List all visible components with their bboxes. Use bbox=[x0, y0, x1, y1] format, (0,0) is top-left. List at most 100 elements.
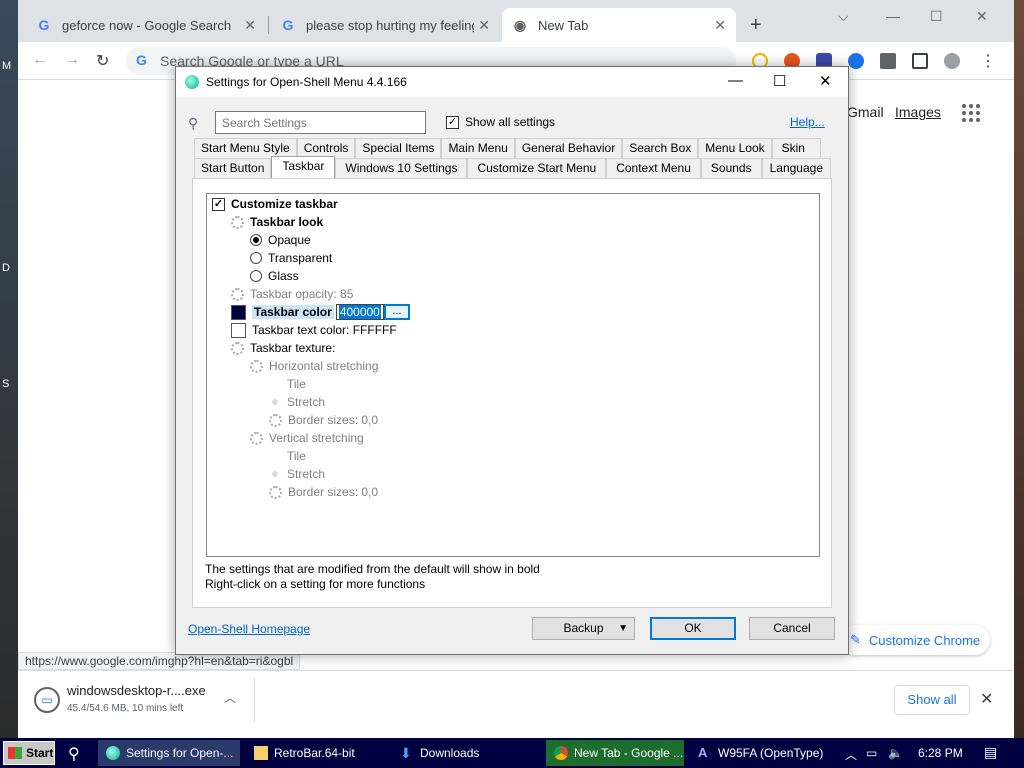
download-file-name[interactable]: windowsdesktop-r....exe bbox=[67, 683, 206, 698]
setting-taskbar-color[interactable]: Taskbar color 400000 ... bbox=[231, 303, 410, 321]
option-h-tile[interactable]: Tile bbox=[269, 375, 306, 393]
tab-special-items[interactable]: Special Items bbox=[355, 138, 442, 158]
setting-taskbar-text-color[interactable]: Taskbar text color: FFFFFF bbox=[231, 321, 397, 339]
tab-start-button[interactable]: Start Button bbox=[194, 158, 272, 178]
google-apps-icon[interactable] bbox=[962, 104, 980, 122]
setting-taskbar-texture[interactable]: Taskbar texture: bbox=[231, 339, 335, 357]
tab-context-menu[interactable]: Context Menu bbox=[606, 158, 701, 178]
setting-horizontal-stretching[interactable]: Horizontal stretching bbox=[250, 357, 378, 375]
chevron-up-icon[interactable]: ︿ bbox=[845, 746, 857, 763]
radio-empty-icon[interactable] bbox=[272, 453, 278, 459]
task-chrome-new-tab[interactable]: New Tab - Google ... bbox=[546, 740, 684, 766]
task-retrobar-folder[interactable]: RetroBar.64-bit bbox=[246, 740, 388, 766]
search-icon[interactable]: ⚲ bbox=[68, 744, 80, 764]
chevron-up-icon[interactable]: ︿ bbox=[224, 689, 236, 706]
setting-label: Taskbar opacity: 85 bbox=[250, 287, 354, 301]
task-open-shell-settings[interactable]: Settings for Open-... bbox=[98, 740, 240, 766]
option-v-stretch[interactable]: Stretch bbox=[269, 465, 325, 483]
setting-taskbar-opacity[interactable]: Taskbar opacity: 85 bbox=[231, 285, 353, 303]
images-link[interactable]: Images bbox=[895, 104, 941, 120]
tab-taskbar[interactable]: Taskbar bbox=[271, 156, 336, 178]
close-icon[interactable]: ✕ bbox=[244, 17, 256, 34]
profile-avatar-icon[interactable] bbox=[944, 53, 960, 69]
extension-globe-icon[interactable] bbox=[848, 53, 864, 69]
radio-empty-icon[interactable] bbox=[250, 270, 262, 282]
clock[interactable]: 6:28 PM bbox=[918, 746, 963, 760]
radio-selected-icon[interactable] bbox=[250, 234, 262, 246]
maximize-icon[interactable]: ☐ bbox=[773, 72, 786, 90]
tab-new-tab[interactable]: ◉ New Tab ✕ bbox=[502, 8, 736, 42]
close-window-icon[interactable]: ✕ bbox=[976, 8, 988, 25]
radio-empty-icon[interactable] bbox=[272, 381, 278, 387]
backup-dropdown-button[interactable]: Backup ▼ bbox=[532, 617, 635, 640]
search-settings-input[interactable] bbox=[215, 111, 426, 134]
tab-search-box[interactable]: Search Box bbox=[622, 138, 699, 158]
task-font-viewer[interactable]: A W95FA (OpenType) bbox=[690, 740, 830, 766]
tab-skin[interactable]: Skin bbox=[771, 138, 821, 158]
tab-controls[interactable]: Controls bbox=[296, 138, 356, 158]
color-picker-button[interactable]: ... bbox=[383, 304, 410, 320]
radio-transparent[interactable]: Transparent bbox=[250, 249, 332, 267]
minimize-icon[interactable]: — bbox=[886, 8, 900, 24]
tab-menu-look[interactable]: Menu Look bbox=[698, 138, 772, 158]
radio-glass[interactable]: Glass bbox=[250, 267, 299, 285]
taskbar-color-input[interactable]: 400000 bbox=[335, 304, 384, 320]
maximize-icon[interactable]: ☐ bbox=[930, 8, 943, 25]
side-panel-icon[interactable] bbox=[912, 53, 928, 69]
show-all-settings-checkbox[interactable]: ✓ Show all settings bbox=[446, 115, 555, 129]
cancel-button[interactable]: Cancel bbox=[749, 617, 835, 640]
close-icon[interactable]: ✕ bbox=[714, 17, 726, 34]
radio-empty-icon[interactable] bbox=[250, 252, 262, 264]
gear-icon bbox=[250, 431, 263, 445]
start-button[interactable]: Start bbox=[3, 741, 55, 765]
open-shell-icon bbox=[106, 746, 120, 760]
network-icon[interactable]: ▭ bbox=[866, 746, 877, 760]
show-all-downloads-button[interactable]: Show all bbox=[894, 685, 970, 715]
volume-icon[interactable]: 🔈 bbox=[888, 746, 903, 760]
tab-customize-start-menu[interactable]: Customize Start Menu bbox=[467, 158, 607, 178]
customize-chrome-button[interactable]: ✎ Customize Chrome bbox=[840, 625, 990, 655]
minimize-icon[interactable]: — bbox=[728, 72, 743, 89]
download-file-icon[interactable]: ▭ bbox=[34, 687, 60, 713]
tab-windows-10-settings[interactable]: Windows 10 Settings bbox=[335, 158, 468, 178]
forward-icon[interactable]: → bbox=[64, 51, 80, 69]
extensions-puzzle-icon[interactable] bbox=[880, 53, 896, 69]
back-icon[interactable]: ← bbox=[32, 51, 48, 69]
help-link[interactable]: Help... bbox=[790, 115, 825, 129]
ok-button[interactable]: OK bbox=[650, 617, 736, 640]
gmail-link[interactable]: Gmail bbox=[847, 104, 884, 120]
reload-icon[interactable]: ↻ bbox=[96, 51, 109, 71]
tab-start-menu-style[interactable]: Start Menu Style bbox=[194, 138, 297, 158]
menu-kebab-icon[interactable]: ⋮ bbox=[980, 51, 996, 71]
new-tab-plus-icon[interactable]: + bbox=[750, 14, 762, 37]
radio-dim-icon[interactable] bbox=[272, 399, 278, 405]
setting-taskbar-look[interactable]: Taskbar look bbox=[231, 213, 323, 231]
gear-icon bbox=[269, 485, 282, 499]
tab-sounds[interactable]: Sounds bbox=[700, 158, 762, 178]
checkbox-checked-icon[interactable]: ✓ bbox=[446, 115, 459, 129]
setting-customize-taskbar[interactable]: ✓ Customize taskbar bbox=[212, 195, 338, 213]
tab-geforce-search[interactable]: G geforce now - Google Search ✕ bbox=[26, 8, 266, 42]
option-h-stretch[interactable]: Stretch bbox=[269, 393, 325, 411]
color-swatch bbox=[231, 322, 246, 338]
gear-icon bbox=[231, 287, 244, 301]
close-icon[interactable]: ✕ bbox=[980, 689, 993, 709]
tab-strip: G geforce now - Google Search ✕ G please… bbox=[18, 0, 1014, 42]
setting-v-border-sizes[interactable]: Border sizes: 0,0 bbox=[269, 483, 378, 501]
radio-dim-icon[interactable] bbox=[272, 471, 278, 477]
checkbox-checked-icon[interactable]: ✓ bbox=[212, 197, 225, 211]
setting-vertical-stretching[interactable]: Vertical stretching bbox=[250, 429, 364, 447]
tab-search-chevron-icon[interactable]: ⌵ bbox=[838, 8, 849, 25]
tab-feelings-search[interactable]: G please stop hurting my feelings ✕ bbox=[270, 8, 500, 42]
notification-icon[interactable]: ▤ bbox=[984, 744, 997, 761]
open-shell-homepage-link[interactable]: Open-Shell Homepage bbox=[188, 622, 310, 636]
tab-general-behavior[interactable]: General Behavior bbox=[514, 138, 623, 158]
tab-main-menu[interactable]: Main Menu bbox=[441, 138, 515, 158]
close-icon[interactable]: ✕ bbox=[474, 17, 490, 34]
task-downloads[interactable]: ⬇ Downloads bbox=[392, 740, 542, 766]
close-icon[interactable]: ✕ bbox=[819, 72, 832, 90]
setting-h-border-sizes[interactable]: Border sizes: 0,0 bbox=[269, 411, 378, 429]
radio-opaque[interactable]: Opaque bbox=[250, 231, 311, 249]
option-v-tile[interactable]: Tile bbox=[269, 447, 306, 465]
tab-language[interactable]: Language bbox=[761, 158, 831, 178]
